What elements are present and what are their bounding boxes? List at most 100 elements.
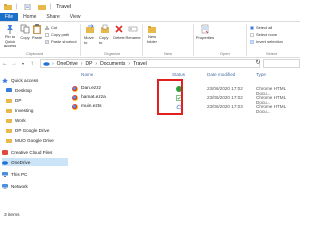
tab-view[interactable]: View (65, 14, 86, 20)
chrome-file-icon (72, 95, 78, 101)
group-divider (142, 24, 143, 56)
clipboard-icon (33, 24, 41, 34)
chevron-down-icon: ▾ (21, 61, 24, 66)
copy-button[interactable]: Copy (20, 24, 30, 40)
breadcrumb-separator: › (95, 60, 98, 67)
nav-item-quick-access[interactable]: Quick access (2, 76, 38, 84)
select-all-button[interactable]: Select all (250, 25, 272, 30)
refresh-button[interactable]: ↻ (254, 59, 262, 66)
open-group-label: Open (220, 51, 230, 56)
nav-item-this-pc[interactable]: This PC (2, 170, 27, 178)
status-highlight-box (157, 79, 183, 115)
delete-icon (115, 25, 123, 33)
file-name: hamat.ezza (81, 95, 106, 100)
select-group-label: Select (266, 51, 278, 56)
column-header-date-modified[interactable]: Date modified (207, 72, 235, 77)
new-folder-icon (148, 26, 156, 33)
search-input[interactable] (263, 59, 300, 68)
refresh-icon: ↻ (255, 60, 261, 66)
select-none-button[interactable]: Select none (250, 32, 277, 37)
pin-to-quick-access-button[interactable]: Pin to Quick access (2, 24, 18, 49)
address-row: ← → ▾ ↑ › OneDrive › DP › Documents › Tr… (0, 58, 300, 69)
nav-item-dp[interactable]: DP (6, 96, 21, 104)
folder-icon (6, 138, 12, 143)
table-row[interactable]: hamat.ezza 23/06/2020 17:02 Chrome HTML … (68, 94, 300, 105)
nav-item-desktop[interactable]: Desktop (6, 86, 32, 94)
nav-item-creative-cloud-files[interactable]: Creative Cloud Files (2, 148, 52, 156)
chrome-file-icon (72, 104, 78, 110)
folder-icon (6, 108, 12, 113)
paste-button[interactable]: Paste (32, 24, 42, 40)
recent-locations-button[interactable]: ▾ (19, 60, 27, 68)
select-none-icon (250, 32, 254, 37)
file-name: muin.ezts (81, 104, 102, 109)
copy-path-button[interactable]: Copy path (45, 32, 69, 37)
file-type: Chrome HTML Docu... (256, 104, 286, 114)
folder-icon (6, 128, 12, 133)
title-bar: | | Travel (0, 0, 300, 13)
column-header-name[interactable]: Name (81, 72, 93, 77)
breadcrumb-documents[interactable]: Documents (100, 61, 125, 67)
creative-cloud-icon (2, 149, 8, 155)
address-bar[interactable]: › OneDrive › DP › Documents › Travel (40, 59, 260, 68)
paste-shortcut-button[interactable]: Paste shortcut (45, 39, 77, 44)
status-bar: 3 items (0, 210, 300, 220)
folder-icon (6, 118, 12, 123)
tab-file[interactable]: File (0, 13, 19, 21)
network-icon (2, 183, 8, 189)
rename-button[interactable]: Rename (125, 24, 141, 40)
chrome-file-icon (72, 86, 78, 92)
organize-group-label: Organize (104, 51, 121, 56)
quick-access-toolbar-separator: | (16, 3, 18, 10)
nav-item-dp-google-drive[interactable]: DP Google Drive (6, 126, 49, 134)
nav-item-muo-google-drive[interactable]: MUO Google Drive (6, 136, 54, 144)
group-divider (80, 24, 81, 56)
properties-quick-icon[interactable] (24, 3, 32, 10)
folder-icon (6, 98, 12, 103)
column-header-status[interactable]: Status (172, 72, 185, 77)
new-folder-button[interactable]: New folder (145, 24, 159, 44)
nav-item-network[interactable]: Network (2, 182, 28, 190)
new-group-label: New (164, 51, 173, 56)
move-to-button[interactable]: Move to (84, 24, 96, 45)
table-row[interactable]: muin.ezts 23/06/2020 17:03 Chrome HTML D… (68, 103, 300, 114)
computer-icon (2, 171, 8, 177)
clipboard-group-label: Clipboard (26, 51, 44, 56)
up-arrow-icon: ↑ (30, 60, 34, 67)
breadcrumb-separator: › (52, 60, 54, 67)
nav-item-investing[interactable]: Investing (6, 106, 33, 114)
copy-path-icon (45, 32, 49, 37)
window-title: Travel (56, 3, 72, 10)
cut-button[interactable]: Cut (45, 25, 57, 30)
invert-selection-button[interactable]: Invert selection (250, 39, 283, 44)
pin-icon (7, 25, 13, 34)
copy-to-icon (101, 24, 109, 33)
desktop-icon (6, 87, 12, 92)
navigation-pane: Quick access Desktop DP Investing Work D… (0, 70, 68, 210)
folder-icon (4, 3, 12, 10)
nav-item-onedrive[interactable]: OneDrive (2, 158, 68, 166)
breadcrumb-onedrive[interactable]: OneDrive (57, 61, 78, 67)
file-date-modified: 23/06/2020 17:02 (207, 95, 243, 100)
breadcrumb-dp[interactable]: DP (85, 61, 92, 67)
up-button[interactable]: ↑ (28, 60, 36, 68)
new-folder-quick-icon[interactable] (37, 4, 46, 10)
back-button[interactable]: ← (1, 60, 9, 68)
ribbon-tabs: File Home Share View (0, 13, 300, 21)
column-header-type[interactable]: Type (256, 72, 266, 77)
breadcrumb-travel[interactable]: Travel (133, 61, 147, 67)
delete-button[interactable]: Delete (113, 24, 125, 40)
properties-button[interactable]: Properties (196, 24, 214, 40)
move-to-icon (86, 24, 94, 33)
copy-to-button[interactable]: Copy to (99, 24, 111, 45)
ribbon: Pin to Quick access Copy Paste Cut Copy … (0, 21, 300, 58)
forward-arrow-icon: → (11, 60, 17, 67)
table-row[interactable]: Dan.ezzz 23/06/2020 17:02 Chrome HTML Do… (68, 85, 300, 96)
tab-share[interactable]: Share (41, 14, 64, 20)
forward-button[interactable]: → (10, 60, 18, 68)
back-arrow-icon: ← (2, 60, 8, 67)
group-divider (246, 24, 247, 56)
nav-item-work[interactable]: Work (6, 116, 26, 124)
tab-home[interactable]: Home (18, 14, 41, 20)
item-count: 3 items (4, 212, 20, 218)
